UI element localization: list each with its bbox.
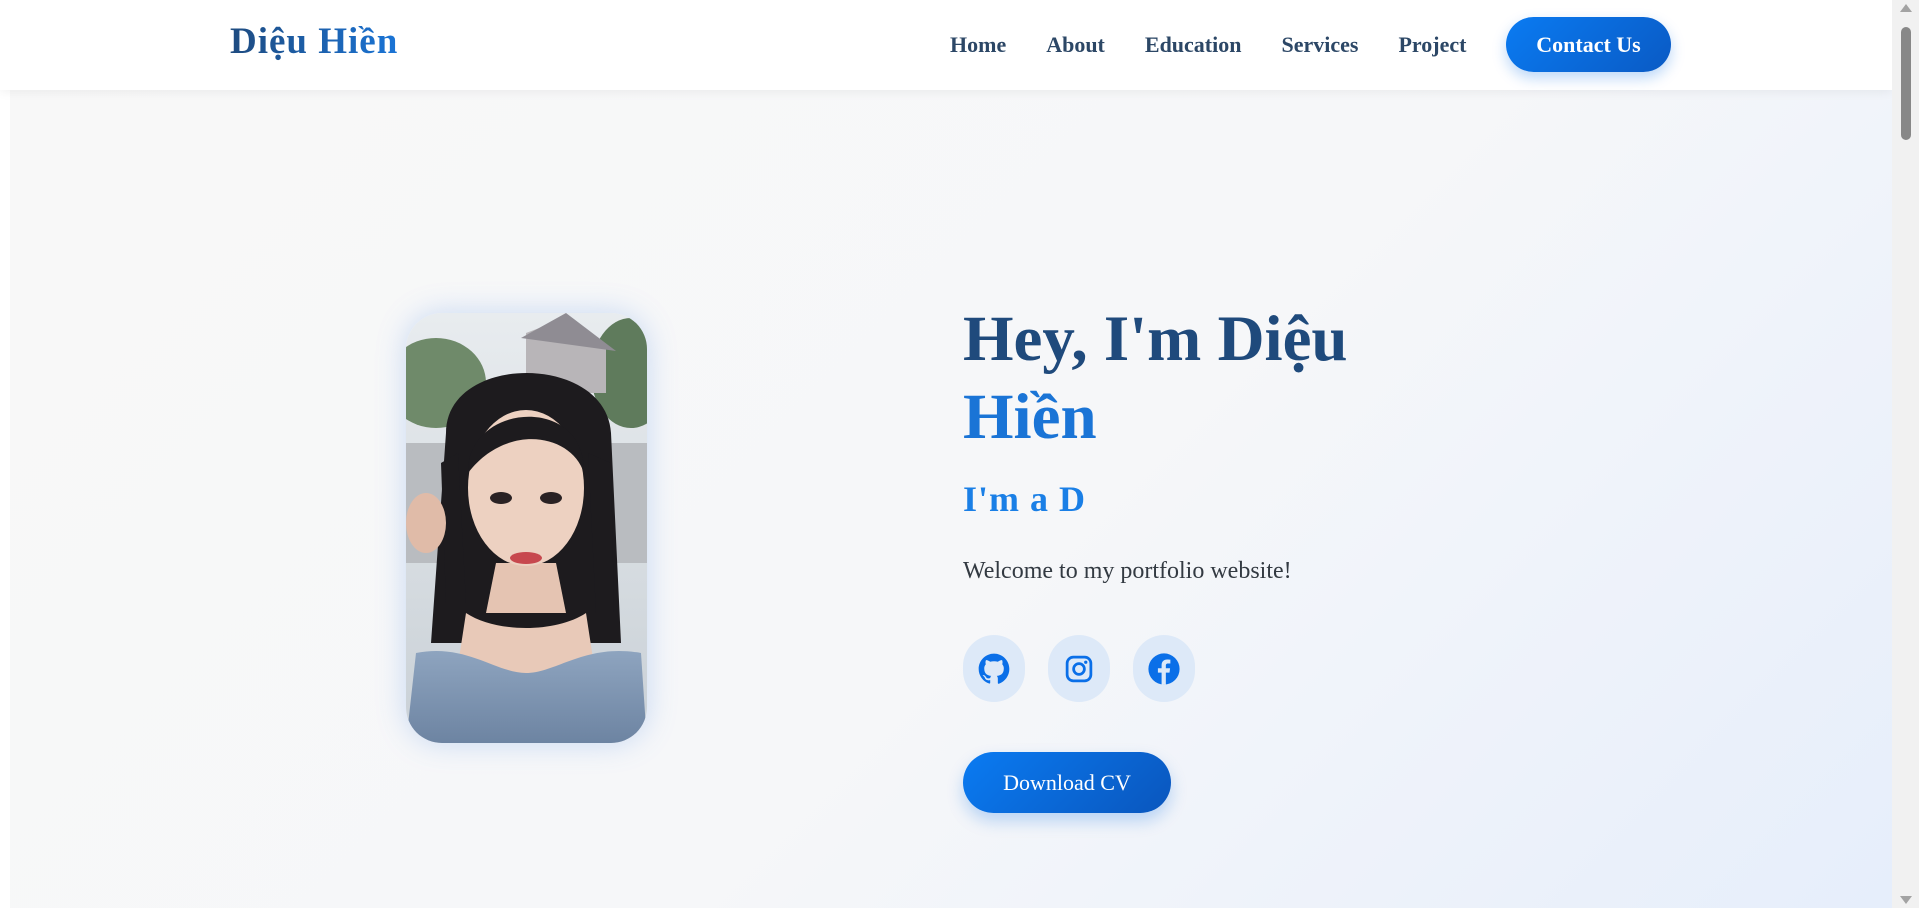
github-icon xyxy=(978,653,1010,684)
hero-title-line1: Hey, I'm Diệu xyxy=(963,303,1348,375)
scrollbar-thumb[interactable] xyxy=(1901,27,1911,140)
nav-link-home[interactable]: Home xyxy=(950,30,1006,60)
main-nav: Home About Education Services Project xyxy=(950,30,1506,60)
facebook-link[interactable] xyxy=(1133,635,1195,702)
hero-title-line2: Hiền xyxy=(963,381,1097,453)
profile-photo xyxy=(406,313,647,743)
hero-title: Hey, I'm Diệu Hiền xyxy=(963,300,1348,456)
nav-link-project[interactable]: Project xyxy=(1398,30,1466,60)
page: Diệu Hiền Home About Education Services … xyxy=(0,0,1919,908)
instagram-icon xyxy=(1065,655,1093,682)
facebook-icon xyxy=(1148,652,1180,685)
instagram-link[interactable] xyxy=(1048,635,1110,702)
github-link[interactable] xyxy=(963,635,1025,702)
welcome-text: Welcome to my portfolio website! xyxy=(963,558,1292,584)
hero-section xyxy=(10,90,1892,908)
nav-link-about[interactable]: About xyxy=(1046,30,1105,60)
site-logo[interactable]: Diệu Hiền xyxy=(230,20,398,63)
contact-us-button[interactable]: Contact Us xyxy=(1506,17,1671,72)
social-links xyxy=(963,635,1218,702)
site-header: Diệu Hiền Home About Education Services … xyxy=(0,0,1892,90)
scroll-down-arrow-icon[interactable] xyxy=(1900,896,1912,904)
scroll-up-arrow-icon[interactable] xyxy=(1900,4,1912,12)
scrollbar[interactable] xyxy=(1892,0,1919,908)
typed-subtitle: I'm a D xyxy=(963,479,1086,519)
download-cv-button[interactable]: Download CV xyxy=(963,752,1171,813)
nav-link-services[interactable]: Services xyxy=(1281,30,1358,60)
nav-link-education[interactable]: Education xyxy=(1145,30,1242,60)
